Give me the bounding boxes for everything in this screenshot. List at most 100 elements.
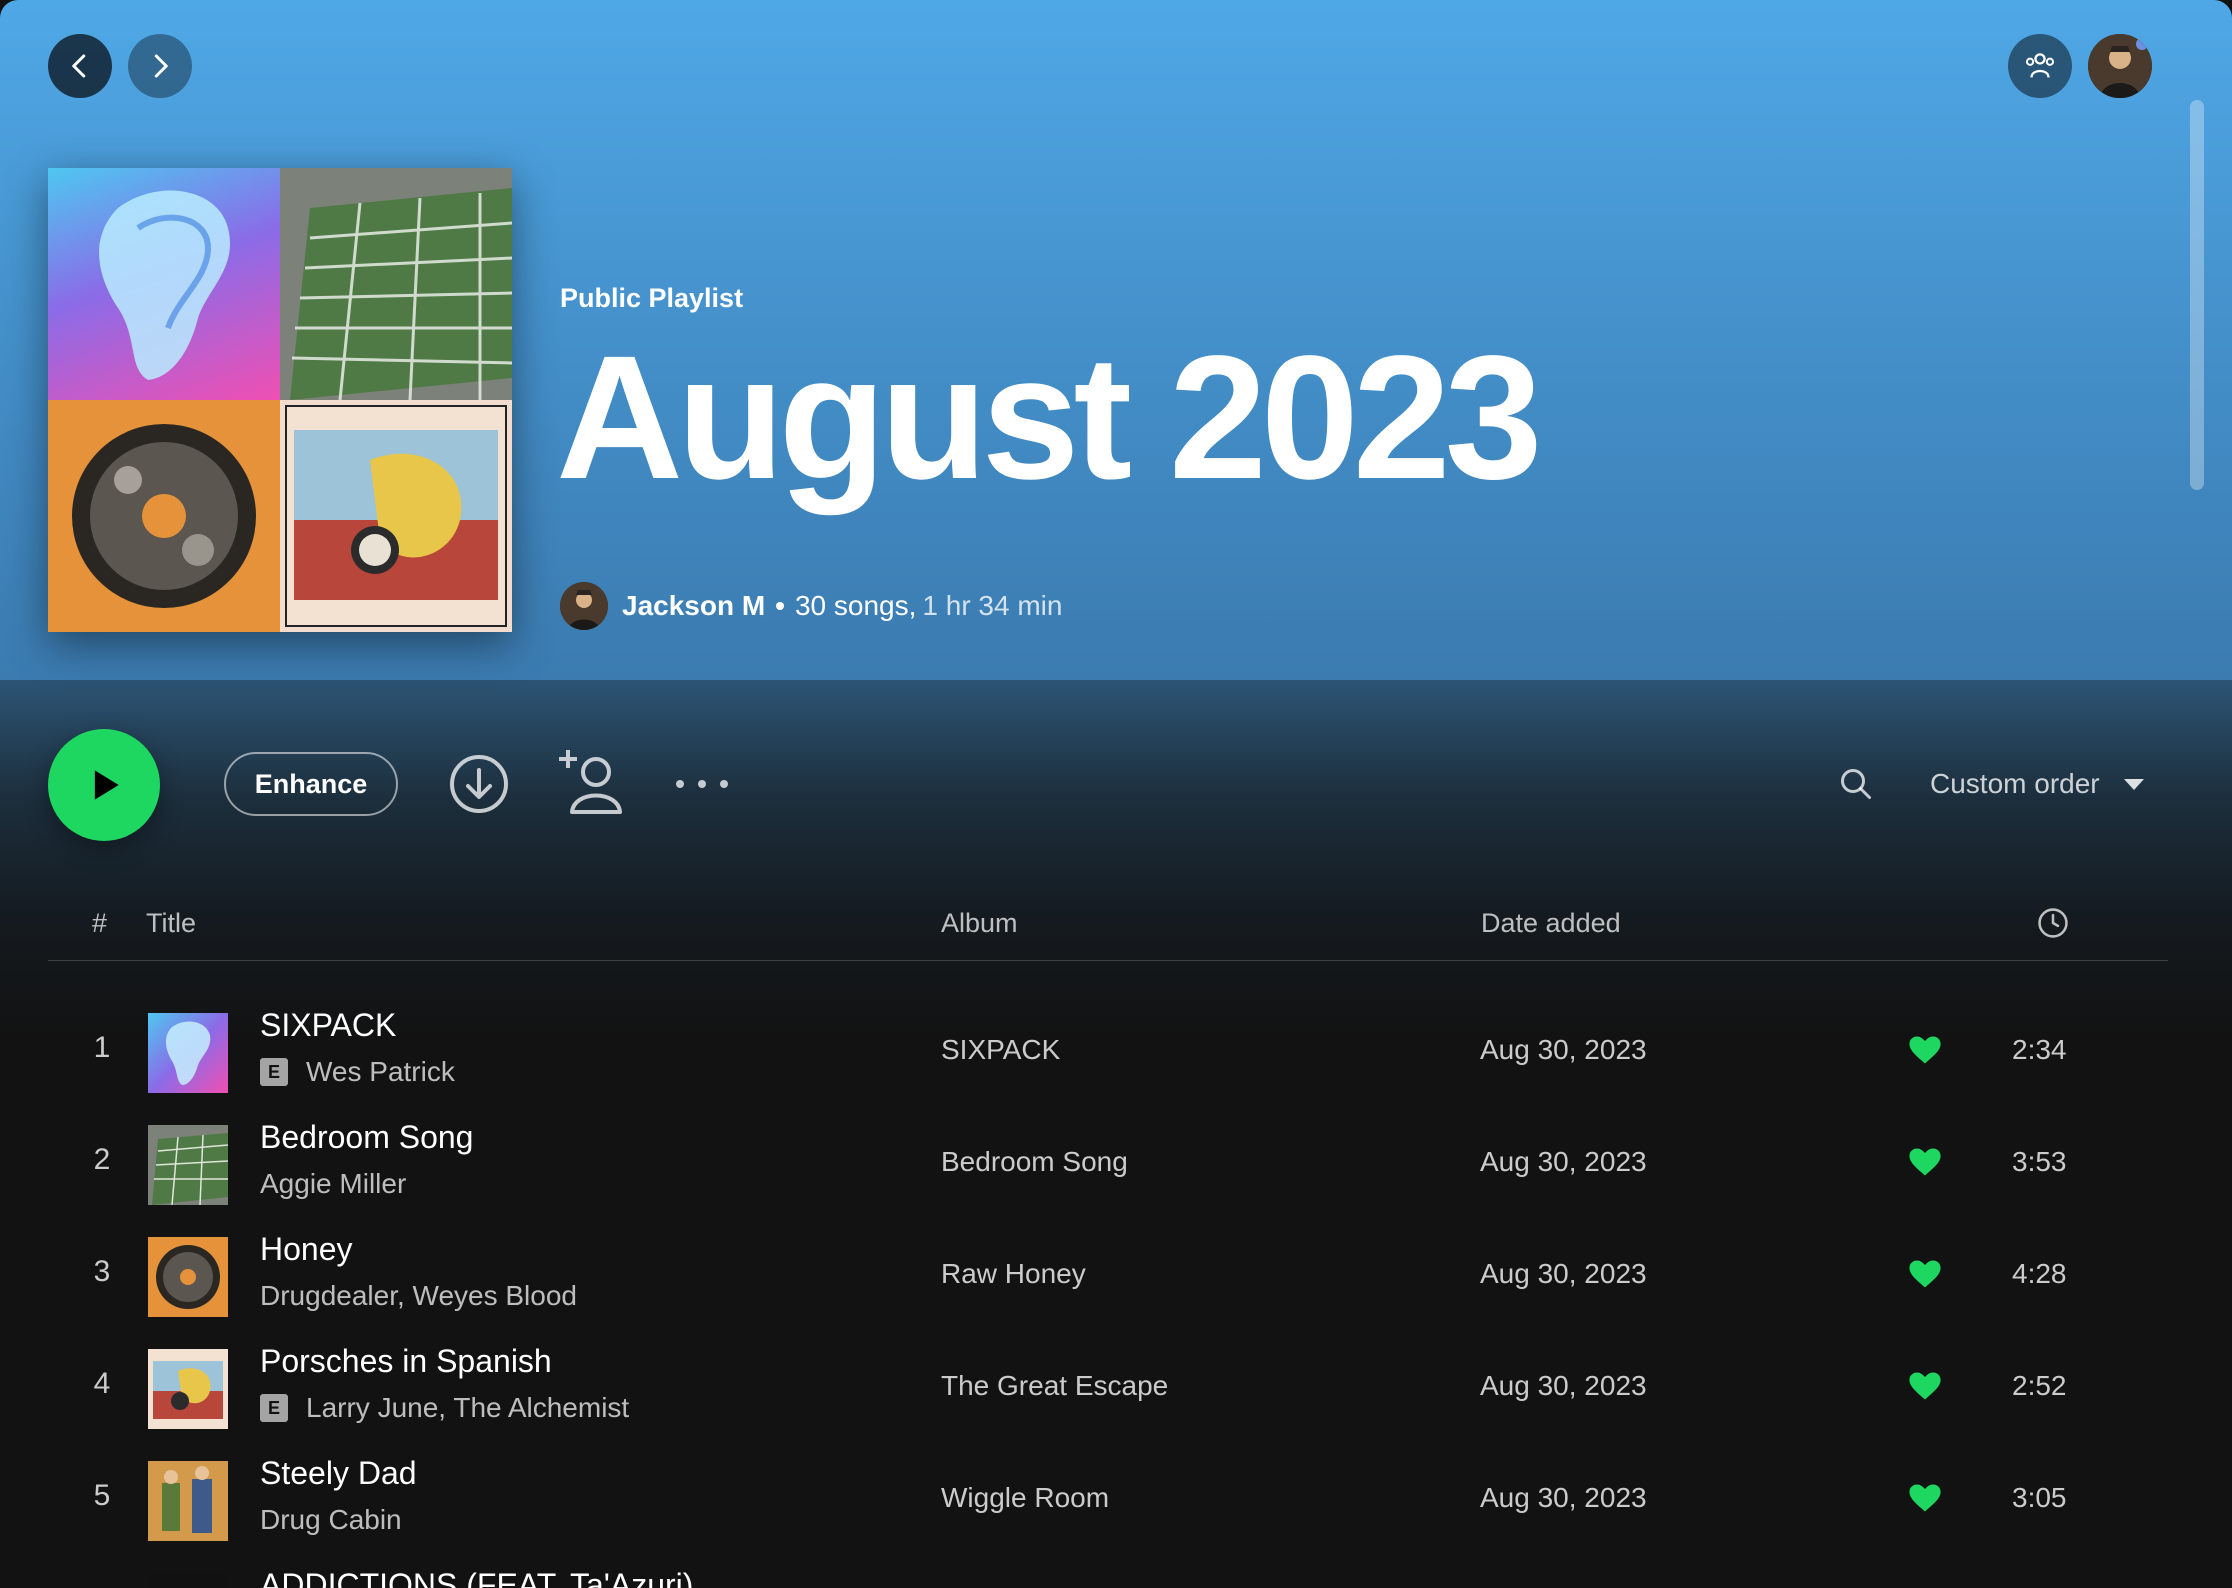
track-artwork [148, 1573, 228, 1588]
track-album[interactable]: Wiggle Room [941, 1482, 1109, 1514]
explicit-badge: E [260, 1394, 288, 1422]
sort-label: Custom order [1930, 768, 2100, 799]
track-duration: 2:34 [2012, 1034, 2067, 1065]
liked-heart-button[interactable] [1908, 1035, 1942, 1070]
track-title[interactable]: Steely Dad [260, 1455, 417, 1492]
track-artist[interactable]: Drug Cabin [260, 1504, 402, 1536]
playlist-title[interactable]: August 2023 [556, 330, 1543, 506]
track-artist[interactable]: Wes Patrick [306, 1056, 455, 1088]
track-artwork [148, 1237, 228, 1317]
cover-art-the-great-escape [280, 400, 512, 632]
track-artist[interactable]: Aggie Miller [260, 1168, 406, 1200]
chevron-right-icon [154, 54, 168, 78]
download-icon [450, 755, 508, 813]
playlist-type-label: Public Playlist [560, 283, 744, 313]
profile-button[interactable] [2088, 34, 2152, 98]
track-album[interactable]: The Great Escape [941, 1370, 1168, 1402]
track-row[interactable]: 2 Bedroom Song Aggie Miller Bedroom Song… [48, 1109, 2168, 1221]
track-artwork [148, 1461, 228, 1541]
track-duration: 2:52 [2012, 1370, 2067, 1401]
track-date-added: Aug 30, 2023 [1480, 1482, 1647, 1513]
heart-icon [1909, 1372, 1941, 1400]
cover-art-bedroom-song [280, 168, 512, 400]
column-date-added[interactable]: Date added [1481, 908, 1621, 939]
track-duration: 3:05 [2012, 1482, 2067, 1513]
playlist-meta: Jackson M • 30 songs, 1 hr 34 min [560, 582, 1062, 630]
track-duration: 3:53 [2012, 1146, 2067, 1177]
track-number: 2 [93, 1143, 111, 1176]
track-artist-line: Drug Cabin [260, 1504, 402, 1536]
track-row[interactable]: ADDICTIONS (FEAT. Ta'Azuri) [48, 1557, 2168, 1588]
column-number: # [92, 908, 108, 938]
add-collaborator-button[interactable] [556, 748, 626, 814]
caret-down-icon [2123, 779, 2144, 790]
track-title[interactable]: Porsches in Spanish [260, 1343, 552, 1380]
track-table-header: # Title Album Date added [48, 900, 2168, 961]
track-artist-line: E Larry June, The Alchemist [260, 1392, 629, 1424]
search-in-playlist-button[interactable] [1836, 764, 1876, 804]
search-icon [1841, 769, 1871, 799]
sort-dropdown[interactable]: Custom order [1930, 764, 2146, 804]
column-album[interactable]: Album [941, 908, 1018, 939]
track-artist[interactable]: Larry June, The Alchemist [306, 1392, 629, 1424]
download-button[interactable] [448, 753, 510, 815]
owner-name-link[interactable]: Jackson M [622, 590, 765, 622]
liked-heart-button[interactable] [1908, 1483, 1942, 1518]
owner-avatar[interactable] [560, 582, 608, 630]
track-artwork [148, 1013, 228, 1093]
back-button[interactable] [48, 34, 112, 98]
meta-separator: • [775, 590, 785, 621]
scrollbar-thumb[interactable] [2190, 100, 2204, 490]
add-collaborator-icon [559, 750, 622, 814]
track-duration: 4:28 [2012, 1258, 2067, 1289]
track-title[interactable]: Bedroom Song [260, 1119, 473, 1156]
liked-heart-button[interactable] [1908, 1371, 1942, 1406]
track-artwork [148, 1349, 228, 1429]
enhance-button[interactable]: Enhance [224, 752, 398, 816]
track-date-added: Aug 30, 2023 [1480, 1370, 1647, 1401]
track-row[interactable]: 1 SIXPACK E Wes Patrick SIXPACK Aug 30, … [48, 997, 2168, 1109]
track-artist[interactable]: Drugdealer, Weyes Blood [260, 1280, 577, 1312]
track-row[interactable]: 4 Porsches in Spanish E Larry June, The … [48, 1333, 2168, 1445]
track-date-added: Aug 30, 2023 [1480, 1034, 1647, 1065]
playlist-duration: 1 hr 34 min [922, 590, 1063, 621]
clock-icon [2038, 908, 2068, 938]
forward-button[interactable] [128, 34, 192, 98]
track-title[interactable]: SIXPACK [260, 1007, 396, 1044]
cover-art-sixpack [48, 168, 280, 400]
friend-activity-icon [2025, 53, 2055, 78]
track-number: 1 [93, 1031, 111, 1064]
liked-heart-button[interactable] [1908, 1147, 1942, 1182]
more-options-icon [676, 780, 728, 788]
play-icon [94, 770, 119, 800]
play-button[interactable] [48, 729, 160, 841]
track-artwork [148, 1125, 228, 1205]
track-album[interactable]: Bedroom Song [941, 1146, 1128, 1178]
track-title[interactable]: ADDICTIONS (FEAT. Ta'Azuri) [260, 1567, 693, 1588]
track-artist-line: E Wes Patrick [260, 1056, 455, 1088]
track-title[interactable]: Honey [260, 1231, 353, 1268]
track-row[interactable]: 5 Steely Dad Drug Cabin Wiggle Room Aug … [48, 1445, 2168, 1557]
friend-activity-button[interactable] [2008, 34, 2072, 98]
track-album[interactable]: SIXPACK [941, 1034, 1060, 1066]
heart-icon [1909, 1148, 1941, 1176]
spotify-playlist-view: Public Playlist August 2023 Jackson M • … [0, 0, 2232, 1588]
column-title[interactable]: Title [146, 908, 196, 939]
track-number: 4 [93, 1367, 111, 1400]
heart-icon [1909, 1260, 1941, 1288]
track-artist-line: Aggie Miller [260, 1168, 406, 1200]
playlist-cover[interactable] [48, 168, 512, 632]
explicit-badge: E [260, 1058, 288, 1086]
profile-avatar [2088, 34, 2152, 98]
cover-art-raw-honey [48, 400, 280, 632]
track-number: 3 [93, 1255, 111, 1288]
track-album[interactable]: Raw Honey [941, 1258, 1086, 1290]
more-options-button[interactable] [672, 768, 732, 800]
track-artist-line: Drugdealer, Weyes Blood [260, 1280, 577, 1312]
chevron-left-icon [72, 54, 86, 78]
heart-icon [1909, 1484, 1941, 1512]
track-date-added: Aug 30, 2023 [1480, 1258, 1647, 1289]
column-duration[interactable] [2036, 906, 2070, 947]
liked-heart-button[interactable] [1908, 1259, 1942, 1294]
track-row[interactable]: 3 Honey Drugdealer, Weyes Blood Raw Hone… [48, 1221, 2168, 1333]
